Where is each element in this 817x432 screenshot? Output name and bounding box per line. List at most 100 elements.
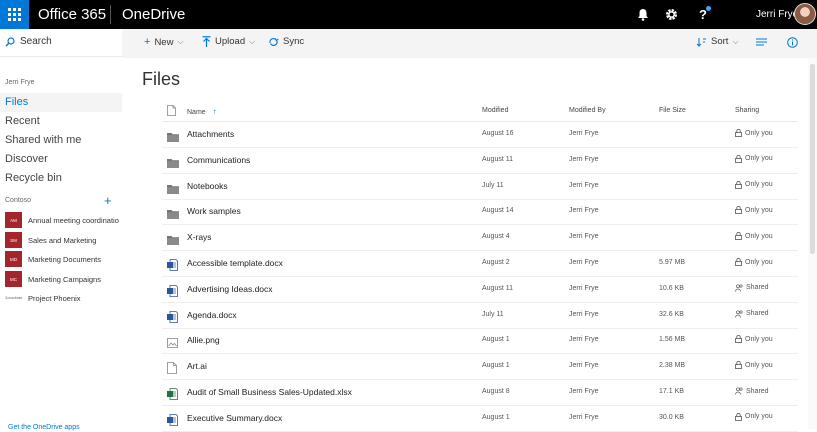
file-name[interactable]: Art.ai <box>187 361 207 371</box>
brand-divider <box>110 5 111 24</box>
view-options-button[interactable] <box>756 38 767 46</box>
sharing-label: Only you <box>745 206 773 214</box>
sharing-label: Shared <box>746 284 769 292</box>
app-launcher-button[interactable] <box>0 0 29 29</box>
file-name[interactable]: Notebooks <box>187 181 228 191</box>
lock-icon <box>735 258 742 266</box>
add-site-button[interactable]: + <box>104 193 112 208</box>
group-project-phoenix[interactable]: Oceanbase Project Phoenix <box>5 290 120 306</box>
group-sales-and-marketing[interactable]: SM Sales and Marketing <box>5 232 120 248</box>
info-icon <box>787 37 798 48</box>
table-row[interactable]: Agenda.docx July 11 Jerri Frye 32.6 KB Share… <box>162 303 798 329</box>
modified-by: Jerri Frye <box>569 207 599 215</box>
settings-button[interactable] <box>655 0 687 29</box>
lock-icon <box>735 154 742 163</box>
people-icon <box>735 310 743 318</box>
search-box[interactable]: Search <box>5 36 52 47</box>
table-row[interactable]: X-rays August 4 Jerri Frye Only you <box>162 225 798 252</box>
file-size: 1.56 MB <box>659 336 686 344</box>
table-row[interactable]: Executive Summary.docx August 1 Jerri Frye… <box>162 406 798 432</box>
file-type-icon <box>167 105 176 116</box>
file-name[interactable]: X-rays <box>187 232 212 242</box>
nav-item-recent[interactable]: Recent <box>0 112 122 131</box>
nav-item-shared-with-me[interactable]: Shared with me <box>0 131 122 150</box>
help-button[interactable]: ? <box>687 0 719 29</box>
column-header-sharing[interactable]: Sharing <box>735 107 759 114</box>
chevron-down-icon: ⌵ <box>249 36 256 46</box>
column-header-name-label: Name <box>187 109 206 116</box>
modified-by: Jerri Frye <box>569 413 599 421</box>
modified-date: August 4 <box>482 233 510 241</box>
nav-item-files[interactable]: Files <box>0 93 122 112</box>
table-row[interactable]: Notebooks July 11 Jerri Frye Only you <box>162 174 798 200</box>
file-size: 30.0 KB <box>659 413 684 421</box>
lock-icon <box>735 129 742 137</box>
info-pane-button[interactable] <box>787 37 798 48</box>
upload-button[interactable]: Upload ⌵ <box>202 36 255 47</box>
column-header-file-size[interactable]: File Size <box>659 107 686 114</box>
table-row[interactable]: Allie.png August 1 Jerri Frye 1.56 MB Only y… <box>162 328 798 355</box>
folder-icon <box>167 133 179 142</box>
avatar[interactable] <box>794 3 816 25</box>
folder-icon <box>167 158 179 168</box>
new-label: New <box>154 36 174 48</box>
sharing-status: Shared <box>735 284 769 292</box>
sharing-label: Shared <box>746 387 769 395</box>
file-name[interactable]: Accessible template.docx <box>187 258 283 268</box>
table-row[interactable]: Advertising Ideas.docx August 11 Jerri Fry… <box>162 277 798 303</box>
file-name[interactable]: Allie.png <box>187 335 220 345</box>
word-doc-icon <box>167 284 178 297</box>
table-row[interactable]: Communications August 11 Jerri Frye Only yo… <box>162 148 798 174</box>
sharing-status: Only you <box>735 361 773 370</box>
file-name[interactable]: Executive Summary.docx <box>187 413 282 423</box>
column-header-modified[interactable]: Modified <box>482 107 508 114</box>
lock-icon <box>735 232 742 241</box>
user-name[interactable]: Jerri Frye <box>756 9 798 20</box>
folder-icon <box>167 236 179 246</box>
column-header-modified-by[interactable]: Modified By <box>569 107 606 114</box>
file-name[interactable]: Advertising Ideas.docx <box>187 284 273 294</box>
modified-by: Jerri Frye <box>569 388 599 395</box>
get-apps-link[interactable]: Get the OneDrive apps <box>8 424 80 431</box>
sharing-label: Only you <box>745 361 773 369</box>
modified-date: August 11 <box>482 155 514 163</box>
new-button[interactable]: + New ⌵ <box>144 36 184 48</box>
lock-icon <box>735 361 742 370</box>
gear-icon <box>665 9 677 20</box>
modified-by: Jerri Frye <box>569 362 599 370</box>
modified-date: August 2 <box>482 259 510 266</box>
group-marketing-documents[interactable]: MD Marketing Documents <box>5 251 120 267</box>
file-name[interactable]: Attachments <box>187 129 234 139</box>
table-row[interactable]: Art.ai August 1 Jerri Frye 2.38 MB Only you <box>162 354 798 381</box>
table-row[interactable]: Audit of Small Business Sales-Updated.xl… <box>162 380 798 406</box>
table-row[interactable]: Work samples August 14 Jerri Frye Only you <box>162 199 798 226</box>
sync-button[interactable]: Sync <box>268 36 304 47</box>
column-header-name[interactable]: Name ↑ <box>187 107 217 116</box>
file-list-pane: Files Name ↑ Modified Modified By File S… <box>122 58 808 432</box>
group-badge: Oceanbase <box>5 290 22 306</box>
file-name[interactable]: Communications <box>187 155 250 165</box>
scrollbar-thumb[interactable] <box>810 64 815 254</box>
sharing-label: Only you <box>745 129 773 137</box>
group-annual-meeting[interactable]: AM Annual meeting coordinatio <box>5 212 120 228</box>
plus-icon: + <box>144 36 151 48</box>
table-row[interactable]: Attachments August 16 Jerri Frye Only you <box>162 122 798 148</box>
folder-icon <box>167 210 179 220</box>
people-icon <box>735 387 743 395</box>
nav-item-discover[interactable]: Discover <box>0 150 122 169</box>
modified-date: August 11 <box>482 284 514 292</box>
table-row[interactable]: Accessible template.docx August 2 Jerri Fr… <box>162 251 798 277</box>
group-badge: AM <box>5 212 22 228</box>
suite-brand-link[interactable]: Office 365 <box>38 6 106 23</box>
file-name[interactable]: Work samples <box>187 206 241 216</box>
modified-date: August 16 <box>482 130 514 137</box>
sharing-label: Shared <box>746 310 769 318</box>
sort-button[interactable]: Sort ⌵ <box>696 36 739 47</box>
file-name[interactable]: Agenda.docx <box>187 310 237 320</box>
word-doc-icon <box>167 310 178 323</box>
app-name-link[interactable]: OneDrive <box>122 6 185 23</box>
vertical-scrollbar[interactable] <box>808 58 817 429</box>
nav-item-recycle-bin[interactable]: Recycle bin <box>0 169 122 188</box>
group-marketing-campaigns[interactable]: MC Marketing Campaigns <box>5 271 120 287</box>
file-name[interactable]: Audit of Small Business Sales-Updated.xl… <box>187 387 352 397</box>
